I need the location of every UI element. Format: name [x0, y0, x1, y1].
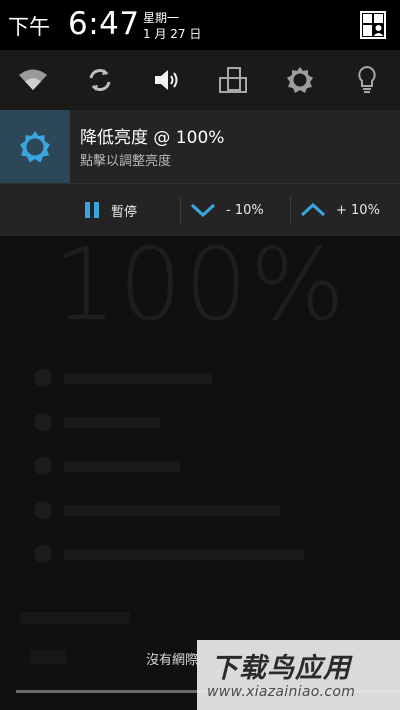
quick-settings-row — [0, 50, 400, 110]
brightness-notification[interactable]: 降低亮度 @ 100% 點擊以調整亮度 暫停 - 10% + 10% — [0, 110, 400, 236]
volume-icon[interactable] — [147, 60, 187, 100]
increase-button[interactable]: + 10% — [300, 184, 380, 236]
background-hint — [30, 650, 66, 664]
action-separator — [180, 196, 181, 224]
background-brightness-value: 100% — [53, 226, 347, 343]
background-list-item — [34, 542, 304, 566]
background-list-item — [34, 498, 280, 522]
watermark-logo: 下载鸟应用 www.xiazainiao.com — [197, 640, 400, 710]
background-list-item — [34, 410, 160, 434]
status-clock: 6:47 — [68, 6, 140, 42]
sync-icon[interactable] — [80, 60, 120, 100]
action-separator — [290, 196, 291, 224]
notification-icon-box — [0, 110, 70, 183]
background-section-header — [20, 612, 130, 624]
background-list-item — [34, 366, 212, 390]
brightness-icon — [20, 130, 50, 162]
status-date-text: 1 月 27 日 — [143, 27, 202, 41]
watermark-url: www.xiazainiao.com — [207, 684, 356, 700]
chevron-up-icon — [300, 202, 326, 218]
decrease-label: - 10% — [226, 202, 264, 218]
status-bar[interactable]: 下午 6:47 星期一 1 月 27 日 — [0, 0, 400, 50]
status-date: 星期一 1 月 27 日 — [143, 10, 201, 42]
bulb-icon[interactable] — [347, 60, 387, 100]
toast-message: 沒有網際 — [146, 653, 199, 668]
decrease-button[interactable]: - 10% — [190, 184, 264, 236]
rotate-icon[interactable] — [213, 60, 253, 100]
notification-title: 降低亮度 @ 100% — [80, 128, 225, 148]
pause-label: 暫停 — [111, 204, 138, 220]
watermark-title: 下载鸟应用 — [211, 653, 351, 684]
user-switch-icon[interactable] — [360, 11, 386, 39]
increase-label: + 10% — [336, 202, 380, 218]
notification-subtitle: 點擊以調整亮度 — [80, 154, 172, 169]
wifi-icon[interactable] — [13, 60, 53, 100]
brightness-icon[interactable] — [280, 60, 320, 100]
status-am-pm: 下午 — [8, 15, 50, 39]
status-weekday: 星期一 — [143, 11, 180, 25]
pause-button[interactable]: 暫停 — [83, 184, 137, 236]
chevron-down-icon — [190, 202, 216, 218]
pause-icon — [83, 201, 101, 219]
background-list-item — [34, 454, 180, 478]
